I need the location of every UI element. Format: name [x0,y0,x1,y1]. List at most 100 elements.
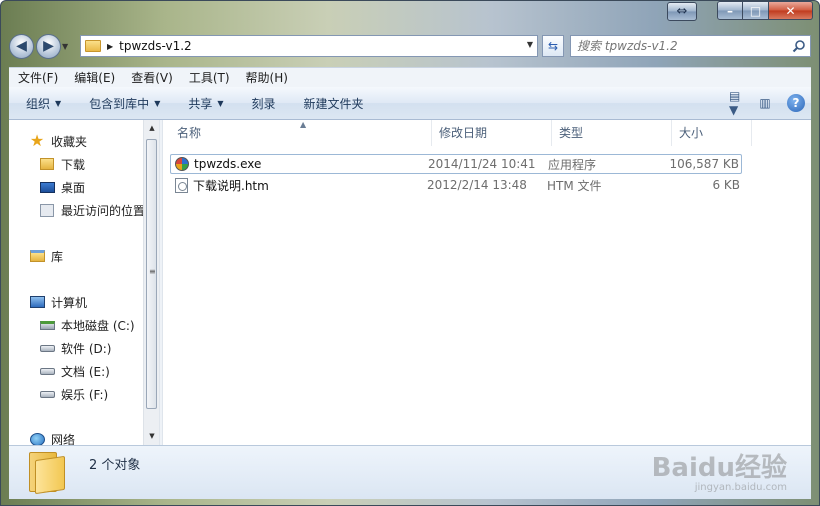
organize-button[interactable]: 组织 ▼ [26,95,61,112]
nav-item-recent[interactable]: 最近访问的位置 [39,200,145,220]
back-button[interactable]: ◀ [9,33,34,59]
forward-arrow-icon: ▶ [43,38,54,54]
refresh-button[interactable]: ⇆ [542,35,564,57]
help-icon[interactable]: ? [787,94,805,112]
navigation-pane: ★ 收藏夹 下载 桌面 最近访问的位置 库 计算机 本地磁盘 (C:) 软件 (D… [9,120,159,447]
details-pane: 2 个对象 Baidu经验 jingyan.baidu.com [9,445,811,499]
watermark: Baidu经验 jingyan.baidu.com [652,447,787,493]
nav-scrollbar[interactable]: ▲ ≡ ▼ [143,120,159,445]
nav-item-favorites[interactable]: ★ 收藏夹 [29,131,87,151]
scroll-thumb[interactable]: ≡ [146,139,157,409]
nav-label: 文档 (E:) [61,364,110,379]
nav-label: 娱乐 (F:) [61,387,109,402]
burn-button[interactable]: 刻录 [252,95,276,112]
search-icon[interactable] [792,39,806,53]
column-header-date[interactable]: 修改日期 [432,120,552,146]
library-icon [29,248,45,264]
new-folder-button[interactable]: 新建文件夹 [304,95,364,112]
file-list-pane: ▲ 名称 修改日期 类型 大小 tpwzds.exe 2014/11/24 10:… [163,120,811,445]
menu-tools[interactable]: 工具(T) [189,69,230,86]
column-header-name[interactable]: ▲ 名称 [170,120,432,146]
column-label: 名称 [177,126,202,140]
breadcrumb-current[interactable]: tpwzds-v1.2 [119,39,192,53]
computer-icon [29,294,45,310]
file-name-cell: 下载说明.htm [173,177,269,194]
nav-label: 下载 [61,157,86,172]
sort-ascending-icon: ▲ [300,120,307,129]
explorer-window: ⇔ – □ ✕ ◀ ▶ ▼ ▶ tpwzds-v1.2 ▼ ⇆ 文件(F) 编辑… [0,0,820,506]
nav-label: 最近访问的位置 [61,203,146,218]
refresh-icon: ⇆ [547,39,559,53]
html-file-icon [173,177,189,193]
include-library-button[interactable]: 包含到库中 ▼ [89,95,160,112]
drive-icon [39,386,55,402]
column-header-size[interactable]: 大小 [672,120,752,146]
menu-view[interactable]: 查看(V) [131,69,173,86]
nav-item-computer[interactable]: 计算机 [29,292,87,312]
column-label: 类型 [559,126,584,140]
column-header-type[interactable]: 类型 [552,120,672,146]
address-row: ◀ ▶ ▼ ▶ tpwzds-v1.2 ▼ ⇆ [9,33,811,59]
scroll-up-icon[interactable]: ▲ [144,120,160,137]
share-button[interactable]: 共享 ▼ [188,95,223,112]
include-library-label: 包含到库中 [89,96,150,111]
minimize-button[interactable]: – [717,1,743,20]
menu-file[interactable]: 文件(F) [18,69,58,86]
system-drive-icon [39,317,55,333]
column-headers: ▲ 名称 修改日期 类型 大小 [163,120,811,146]
desktop-icon [39,179,55,195]
organize-label: 组织 [26,96,51,111]
scroll-down-icon[interactable]: ▼ [144,428,160,445]
nav-item-drive-c[interactable]: 本地磁盘 (C:) [39,315,135,335]
address-dropdown-icon[interactable]: ▼ [527,40,533,49]
nav-label: 桌面 [61,180,86,195]
folder-icon [85,40,101,52]
nav-item-libraries[interactable]: 库 [29,246,63,266]
downloads-folder-icon [39,156,55,172]
share-label: 共享 [188,96,213,111]
column-label: 修改日期 [439,126,488,140]
item-count-status: 2 个对象 [89,458,141,473]
nav-label: 本地磁盘 (C:) [61,318,135,333]
command-bar-right: ▤ ▼ ▥ ? [729,89,805,117]
close-icon: ✕ [785,3,796,18]
menu-edit[interactable]: 编辑(E) [74,69,115,86]
file-type: 应用程序 [548,157,597,172]
column-label: 大小 [679,126,704,140]
file-row[interactable]: 下载说明.htm 2012/2/14 13:48 HTM 文件 6 KB [170,175,742,195]
file-row[interactable]: tpwzds.exe 2014/11/24 10:41 应用程序 106,587… [170,154,742,174]
drive-icon [39,363,55,379]
forward-button[interactable]: ▶ [36,33,61,59]
minimize-icon: – [727,3,733,18]
breadcrumb-arrow-icon[interactable]: ▶ [107,42,113,51]
file-type: HTM 文件 [547,178,602,193]
search-input[interactable] [577,39,810,53]
file-name: 下载说明.htm [193,178,269,193]
recent-places-icon [39,202,55,218]
menu-bar: 文件(F) 编辑(E) 查看(V) 工具(T) 帮助(H) [9,67,811,87]
chevron-down-icon: ▼ [217,98,224,108]
search-box[interactable] [570,35,811,57]
recent-pages-dropdown[interactable]: ▼ [62,42,74,51]
caption-buttons: – □ ✕ [717,1,813,21]
nav-item-drive-d[interactable]: 软件 (D:) [39,338,111,358]
preview-pane-icon[interactable]: ▥ [753,92,777,114]
maximize-button[interactable]: □ [743,1,769,20]
file-name-cell: tpwzds.exe [174,156,261,172]
watermark-url: jingyan.baidu.com [694,482,787,493]
view-options-icon[interactable]: ▤ ▼ [729,89,753,117]
nav-item-drive-f[interactable]: 娱乐 (F:) [39,384,108,404]
address-bar[interactable]: ▶ tpwzds-v1.2 ▼ [80,35,538,57]
menu-help[interactable]: 帮助(H) [246,69,288,86]
nav-item-downloads[interactable]: 下载 [39,154,85,174]
nav-label: 收藏夹 [51,134,88,149]
maximize-icon: □ [749,3,762,18]
nav-label: 软件 (D:) [61,341,112,356]
watermark-brand: Baidu经验 [651,453,787,483]
nav-item-drive-e[interactable]: 文档 (E:) [39,361,110,381]
close-button[interactable]: ✕ [769,1,813,20]
caption-extra-button[interactable]: ⇔ [667,2,697,21]
command-bar: 组织 ▼ 包含到库中 ▼ 共享 ▼ 刻录 新建文件夹 ▤ ▼ ▥ ? [9,87,811,120]
nav-item-desktop[interactable]: 桌面 [39,177,85,197]
nav-label: 库 [51,249,64,264]
